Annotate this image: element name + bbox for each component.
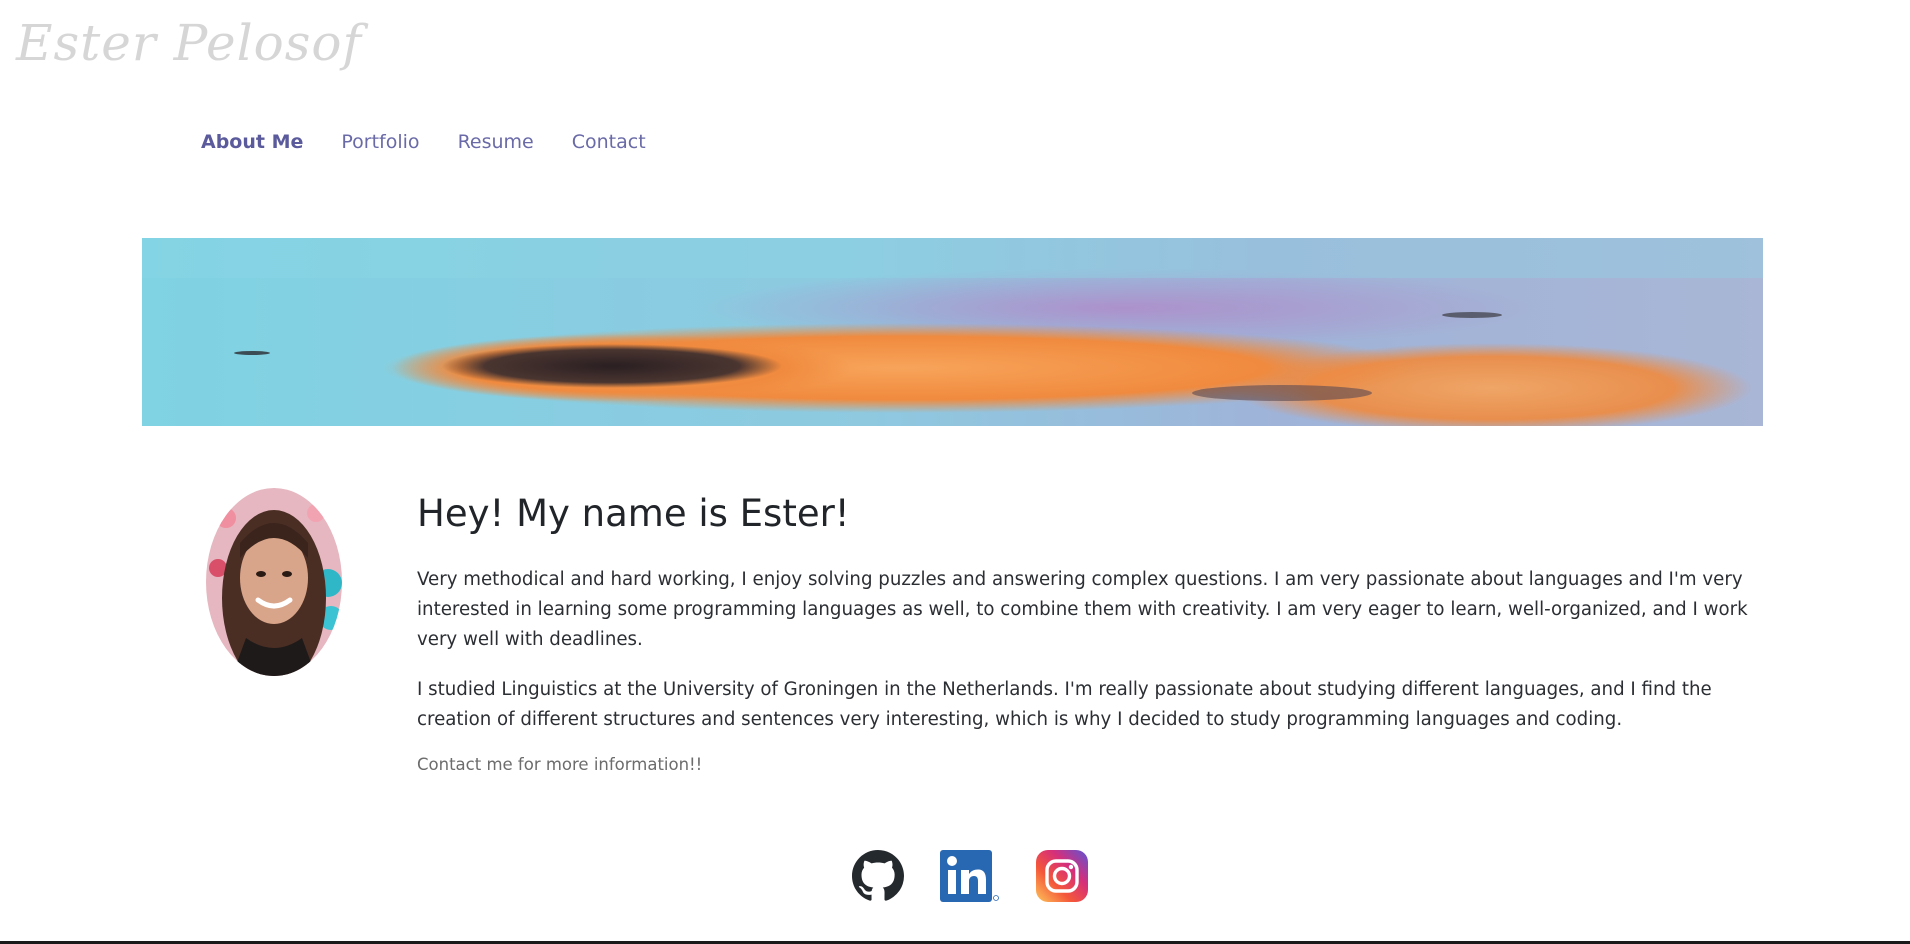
bio-paragraph-2: I studied Linguistics at the University …: [417, 679, 1712, 730]
nav-portfolio[interactable]: Portfolio: [341, 131, 419, 153]
nav-about-me[interactable]: About Me: [201, 131, 303, 153]
page-title: Hey! My name is Ester!: [417, 492, 850, 535]
contact-note: Contact me for more information!!: [417, 755, 703, 774]
bio-paragraph-1: Very methodical and hard working, I enjo…: [417, 569, 1748, 650]
main-nav: About Me Portfolio Resume Contact: [201, 131, 646, 153]
hero-banner-image: [142, 238, 1763, 426]
brand-logo[interactable]: Ester Pelosof: [16, 14, 362, 72]
github-link[interactable]: [852, 850, 904, 902]
nav-resume[interactable]: Resume: [458, 131, 534, 153]
linkedin-icon: [940, 850, 999, 902]
nav-contact[interactable]: Contact: [572, 131, 646, 153]
social-links: [852, 850, 1088, 902]
about-section: Hey! My name is Ester! Very methodical a…: [417, 486, 1763, 774]
instagram-link[interactable]: [1036, 850, 1088, 902]
linkedin-link[interactable]: [940, 850, 1000, 902]
instagram-icon: [1036, 850, 1088, 902]
page: Ester Pelosof About Me Portfolio Resume …: [0, 0, 1910, 944]
github-icon: [852, 850, 904, 901]
profile-photo: [206, 488, 342, 676]
